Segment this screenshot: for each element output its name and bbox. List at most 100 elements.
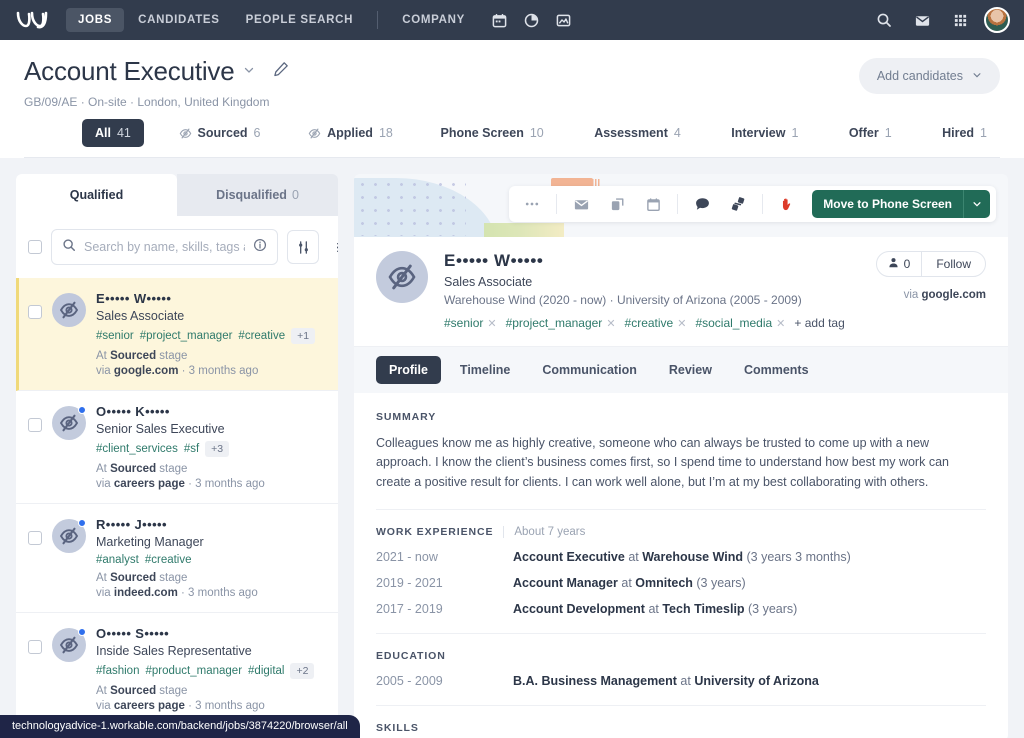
chevron-down-icon[interactable] (243, 64, 255, 79)
list-item[interactable]: E••••• W••••• Sales Associate #senior #p… (16, 278, 338, 391)
collapse-panel-button[interactable] (328, 230, 338, 264)
work-section-head: WORK EXPERIENCE About 7 years (376, 526, 986, 539)
search-box[interactable] (51, 229, 278, 265)
stage-tab-interview[interactable]: Interview 1 (718, 119, 811, 147)
profile-tags: #senior ✕ #project_manager ✕ #creative ✕ #s… (444, 316, 845, 330)
search-icon[interactable] (870, 6, 898, 34)
tag[interactable]: #senior (444, 316, 483, 330)
calendar-icon[interactable] (636, 190, 670, 218)
chevron-down-icon[interactable] (963, 190, 990, 218)
tab-qualified[interactable]: Qualified (16, 174, 177, 216)
pencil-icon[interactable] (273, 61, 289, 82)
tag[interactable]: #creative (145, 554, 192, 566)
follow-button[interactable]: Follow (922, 252, 985, 276)
tag[interactable]: #analyst (96, 554, 139, 566)
tag-more-badge[interactable]: +1 (291, 328, 316, 344)
pie-chart-icon[interactable] (517, 6, 545, 34)
nav-item-people-search[interactable]: PEOPLE SEARCH (234, 8, 366, 32)
tab-review[interactable]: Review (656, 356, 725, 384)
avatar[interactable] (984, 7, 1010, 33)
tag[interactable]: #fashion (96, 665, 139, 677)
tag[interactable]: #digital (248, 665, 284, 677)
profile-banner: Move to Phone Screen (354, 174, 1008, 237)
workable-logo-icon[interactable] (14, 8, 54, 32)
unread-indicator-icon (78, 406, 86, 414)
select-all-checkbox[interactable] (28, 240, 42, 254)
remove-tag-icon[interactable]: ✕ (606, 317, 615, 330)
tag[interactable]: #creative (625, 316, 674, 330)
stage-tab-offer[interactable]: Offer 1 (836, 119, 905, 147)
status-bar-url: technologyadvice-1.workable.com/backend/… (0, 715, 360, 738)
tab-timeline[interactable]: Timeline (447, 356, 523, 384)
stage-tab-phone-screen[interactable]: Phone Screen 10 (427, 119, 556, 147)
tab-profile[interactable]: Profile (376, 356, 441, 384)
info-circle-icon[interactable] (253, 238, 267, 257)
row-checkbox[interactable] (28, 305, 42, 319)
tag-more-badge[interactable]: +3 (205, 441, 230, 457)
nav-item-candidates[interactable]: CANDIDATES (126, 8, 232, 32)
top-navigation-bar: JOBS CANDIDATES PEOPLE SEARCH COMPANY (0, 0, 1024, 40)
candidate-list-panel: Qualified Disqualified 0 Search by name,… (16, 174, 338, 738)
tag[interactable]: #project_manager (140, 330, 233, 342)
ellipsis-icon[interactable] (515, 190, 549, 218)
followers-count: 0 (903, 257, 911, 271)
add-candidates-button[interactable]: Add candidates (858, 58, 1000, 94)
tag[interactable]: #sf (184, 443, 199, 455)
list-item[interactable]: O••••• K••••• Senior Sales Executive #cl… (16, 391, 338, 504)
stage-tab-assessment[interactable]: Assessment 4 (581, 119, 694, 147)
tag[interactable]: #project_manager (506, 316, 603, 330)
remove-tag-icon[interactable]: ✕ (487, 317, 496, 330)
followers-count-button[interactable]: 0 (877, 252, 923, 276)
stage-tabs: All 41 Sourced 6 Applied 18 Phone Screen… (24, 109, 1000, 147)
stage-tab-applied[interactable]: Applied 18 (295, 119, 406, 147)
list-item[interactable]: O••••• S••••• Inside Sales Representativ… (16, 613, 338, 726)
candidate-list[interactable]: E••••• W••••• Sales Associate #senior #p… (16, 278, 338, 738)
unread-indicator-icon (78, 628, 86, 636)
stop-hand-icon[interactable] (770, 190, 804, 218)
sort-filter-button[interactable] (287, 230, 319, 264)
tag[interactable]: #social_media (695, 316, 772, 330)
candidate-name: O••••• K••••• (96, 404, 170, 419)
stage-prefix: At (96, 350, 107, 362)
tab-communication[interactable]: Communication (529, 356, 649, 384)
remove-tag-icon[interactable]: ✕ (677, 317, 686, 330)
tag[interactable]: #creative (238, 330, 285, 342)
candidate-stage: At Sourced stage (96, 572, 326, 584)
candidate-source: via careers page · 3 months ago (96, 700, 326, 712)
calendar-icon[interactable] (485, 6, 513, 34)
profile-header: E••••• W••••• Sales Associate Warehouse … (354, 237, 1008, 346)
comment-bubble-icon[interactable] (685, 190, 719, 218)
row-checkbox[interactable] (28, 531, 42, 545)
mail-icon[interactable] (564, 190, 598, 218)
remove-tag-icon[interactable]: ✕ (776, 317, 785, 330)
share-external-icon[interactable] (600, 190, 634, 218)
stage-tab-hired[interactable]: Hired 1 (929, 119, 1000, 147)
tag[interactable]: #product_manager (145, 665, 242, 677)
list-item[interactable]: R••••• J••••• Marketing Manager #analyst… (16, 504, 338, 613)
image-icon[interactable] (549, 6, 577, 34)
work-duration: (3 years 3 months) (743, 550, 851, 565)
stage-count: 41 (116, 126, 131, 140)
search-input[interactable] (84, 240, 245, 254)
work-detail: Account Development at Tech Timeslip (3 … (513, 602, 797, 616)
move-stage-icon[interactable] (721, 190, 755, 218)
nav-item-jobs[interactable]: JOBS (66, 8, 125, 32)
stage-tab-sourced[interactable]: Sourced 6 (166, 119, 274, 147)
tab-comments[interactable]: Comments (731, 356, 822, 384)
nav-item-company[interactable]: COMPANY (390, 8, 477, 32)
tag[interactable]: #senior (96, 330, 134, 342)
stage-name: Sourced (110, 572, 157, 584)
row-checkbox[interactable] (28, 640, 42, 654)
work-row: 2017 - 2019 Account Development at Tech … (376, 602, 986, 616)
work-detail: Account Executive at Warehouse Wind (3 y… (513, 550, 851, 564)
move-to-stage-button[interactable]: Move to Phone Screen (812, 190, 990, 218)
education-at: at (676, 674, 695, 689)
mail-icon[interactable] (908, 6, 936, 34)
tag[interactable]: #client_services (96, 443, 178, 455)
stage-tab-all[interactable]: All 41 (82, 119, 144, 147)
tab-disqualified[interactable]: Disqualified 0 (177, 174, 338, 216)
add-tag-button[interactable]: + add tag (794, 316, 844, 330)
row-checkbox[interactable] (28, 418, 42, 432)
tag-more-badge[interactable]: +2 (290, 663, 315, 679)
apps-grid-icon[interactable] (946, 6, 974, 34)
